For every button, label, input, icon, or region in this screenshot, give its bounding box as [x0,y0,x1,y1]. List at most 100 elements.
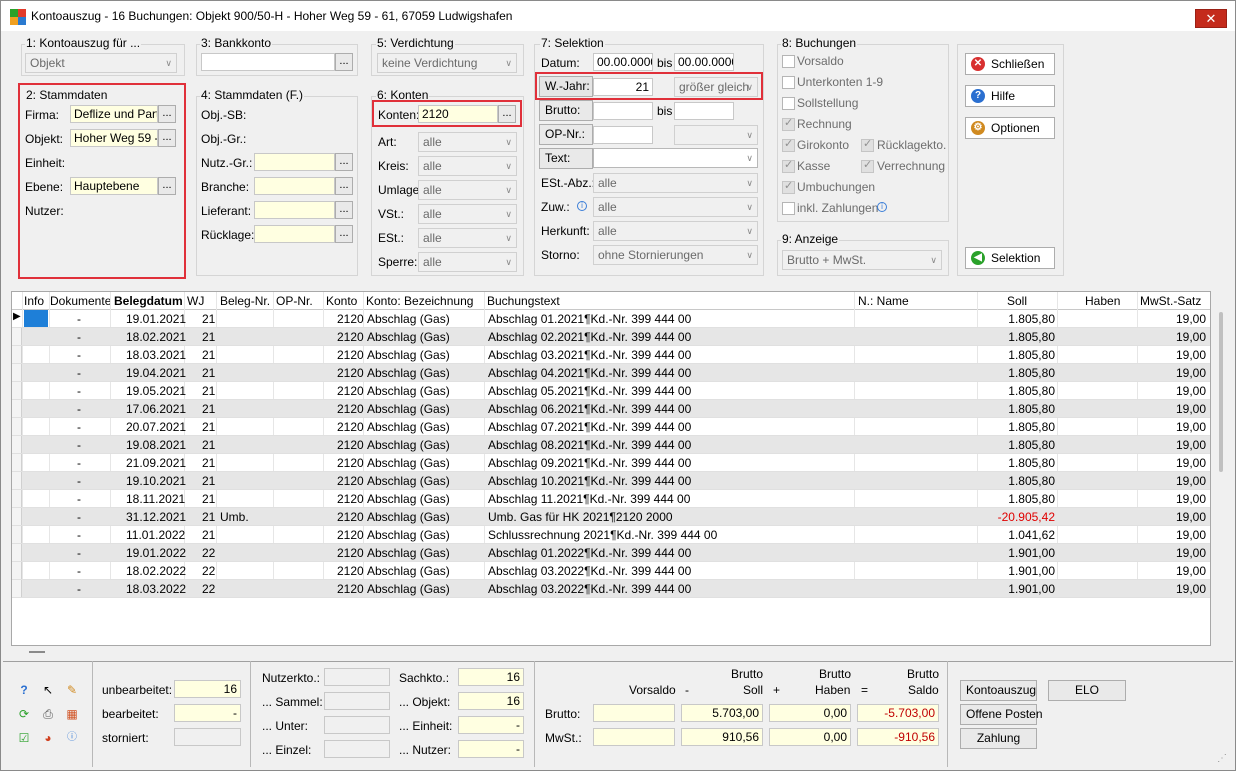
selektion-filter-select[interactable]: alle ∨ [593,197,758,217]
column-header[interactable]: Konto: Bezeichnung [366,294,473,308]
lieferant-browse-button[interactable]: ... [335,201,353,219]
column-header[interactable]: Buchungstext [487,294,560,308]
table-row[interactable]: - 17.06.2021 21 2120 Abschlag (Gas) Abschlag … [12,400,1210,418]
row-selector[interactable] [12,490,22,507]
optionen-button[interactable]: ⚙ Optionen [965,117,1055,139]
refresh-icon[interactable]: ⟳ [15,705,33,723]
splitter-handle[interactable] [29,651,45,653]
inkl-zahlungen-checkbox[interactable] [782,202,795,215]
close-icon[interactable]: ✕ [1195,9,1227,28]
brutto-from-field[interactable] [593,102,653,120]
ruecklage-browse-button[interactable]: ... [335,225,353,243]
branche-browse-button[interactable]: ... [335,177,353,195]
brutto-button[interactable]: Brutto: [539,100,593,121]
verdichtung-select[interactable]: keine Verdichtung ∨ [377,53,517,73]
table-row[interactable]: - 21.09.2021 21 2120 Abschlag (Gas) Abschlag … [12,454,1210,472]
column-header[interactable]: MwSt.-Satz [1140,294,1201,308]
row-selector[interactable] [12,580,22,597]
kontoauszug-fuer-select[interactable]: Objekt ∨ [25,53,177,73]
table-row[interactable]: - 20.07.2021 21 2120 Abschlag (Gas) Abschlag … [12,418,1210,436]
column-header[interactable]: Belegdatum [114,294,183,308]
row-selector[interactable] [12,364,22,381]
umbuchungen-checkbox[interactable] [782,179,795,194]
selektion-filter-select[interactable]: alle ∨ [593,173,758,193]
lieferant-field[interactable] [254,201,335,219]
row-selector[interactable] [12,508,22,525]
row-selector[interactable] [12,472,22,489]
row-selector[interactable] [12,436,22,453]
text-select[interactable]: ∨ [593,148,758,168]
row-selector[interactable] [12,328,22,345]
text-button[interactable]: Text: [539,148,593,169]
opnr-field[interactable] [593,126,653,144]
sollstellung-checkbox[interactable] [782,97,795,110]
column-header[interactable]: Konto [326,294,357,308]
table-row[interactable]: - 18.02.2022 22 2120 Abschlag (Gas) Abschlag … [12,562,1210,580]
opnr-button[interactable]: OP-Nr.: [539,124,593,145]
column-header[interactable]: WJ [187,294,204,308]
column-header[interactable]: Beleg-Nr. [220,294,270,308]
brutto-to-field[interactable] [674,102,734,120]
info-icon[interactable]: i [877,202,887,212]
elo-button[interactable]: ELO [1048,680,1126,701]
table-row[interactable]: - 19.05.2021 21 2120 Abschlag (Gas) Abschlag … [12,382,1210,400]
info-icon[interactable]: ⓘ [63,729,81,747]
konten-filter-select[interactable]: alle ∨ [418,180,517,200]
nutzgr-browse-button[interactable]: ... [335,153,353,171]
grid-icon[interactable]: ▦ [63,705,81,723]
bankkonto-browse-button[interactable]: ... [335,53,353,71]
rechnung-checkbox[interactable] [782,116,795,131]
column-header[interactable]: Soll [1007,294,1027,308]
selektion-filter-select[interactable]: ohne Stornierungen ∨ [593,245,758,265]
ruecklagekto-checkbox[interactable] [861,137,874,152]
column-header[interactable]: Info [24,294,44,308]
verrechnung-checkbox[interactable] [861,158,874,173]
row-selector[interactable] [12,526,22,543]
row-selector[interactable] [12,382,22,399]
table-row[interactable]: ▶ - 19.01.2021 21 2120 Abschlag (Gas) Abschlag… [12,310,1210,328]
vertical-scrollbar[interactable] [1216,292,1226,645]
nutzgr-field[interactable] [254,153,335,171]
vorsaldo-checkbox[interactable] [782,55,795,68]
datum-to-field[interactable]: 00.00.0000 [674,53,734,71]
row-selector[interactable] [12,400,22,417]
schliessen-button[interactable]: ✕ Schließen [965,53,1055,75]
unterkonten-checkbox[interactable] [782,76,795,89]
table-row[interactable]: - 18.03.2022 22 2120 Abschlag (Gas) Abschlag … [12,580,1210,598]
konten-filter-select[interactable]: alle ∨ [418,132,517,152]
row-selector[interactable] [12,346,22,363]
row-selector[interactable] [12,562,22,579]
hilfe-button[interactable]: ? Hilfe [965,85,1055,107]
konten-filter-select[interactable]: alle ∨ [418,228,517,248]
kasse-checkbox[interactable] [782,158,795,173]
table-row[interactable]: - 18.03.2021 21 2120 Abschlag (Gas) Abschlag … [12,346,1210,364]
table-row[interactable]: - 19.04.2021 21 2120 Abschlag (Gas) Abschlag … [12,364,1210,382]
info-icon[interactable]: i [577,201,587,211]
selektion-button[interactable]: ◀ Selektion [965,247,1055,269]
row-selector[interactable] [12,454,22,471]
checkbox-icon[interactable]: ☑ [15,729,33,747]
konten-filter-select[interactable]: alle ∨ [418,204,517,224]
selected-cell[interactable] [24,310,48,327]
table-row[interactable]: - 31.12.2021 21 Umb. 2120 Abschlag (Gas) Umb. … [12,508,1210,526]
branche-field[interactable] [254,177,335,195]
pie-chart-icon[interactable]: ◕ [39,729,57,747]
column-header[interactable]: Haben [1085,294,1120,308]
bankkonto-field[interactable] [201,53,335,71]
table-row[interactable]: - 19.08.2021 21 2120 Abschlag (Gas) Abschlag … [12,436,1210,454]
table-row[interactable]: - 18.11.2021 21 2120 Abschlag (Gas) Abschlag … [12,490,1210,508]
help-icon[interactable]: ? [15,681,33,699]
selektion-filter-select[interactable]: alle ∨ [593,221,758,241]
row-selector[interactable] [12,544,22,561]
column-header[interactable]: Dokumente [50,294,111,308]
anzeige-select[interactable]: Brutto + MwSt. ∨ [782,250,942,270]
table-row[interactable]: - 19.01.2022 22 2120 Abschlag (Gas) Abschlag … [12,544,1210,562]
printer-icon[interactable]: ⎙ [39,705,57,723]
row-selector[interactable] [12,418,22,435]
kontoauszug-button[interactable]: Kontoauszug [960,680,1037,701]
konten-filter-select[interactable]: alle ∨ [418,156,517,176]
column-header[interactable]: N.: Name [858,294,909,308]
offene-posten-button[interactable]: Offene Posten [960,704,1043,725]
pencil-icon[interactable]: ✎ [63,681,81,699]
girokonto-checkbox[interactable] [782,137,795,152]
